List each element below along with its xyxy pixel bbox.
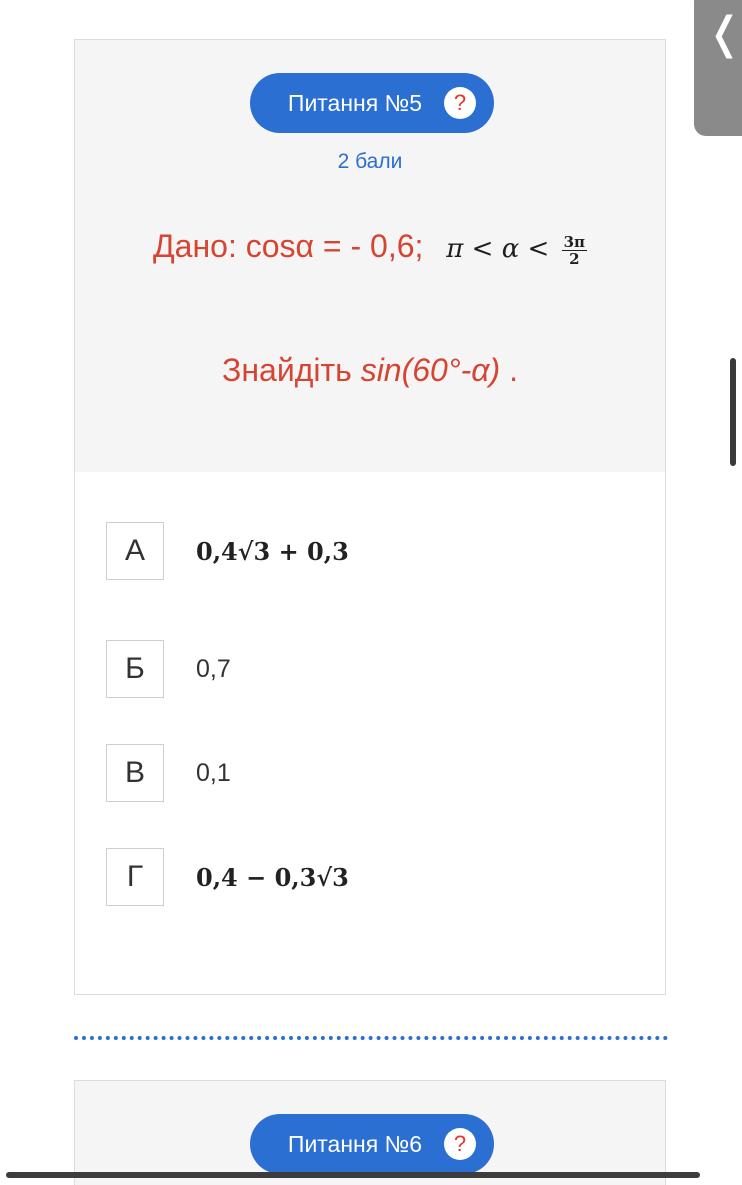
chevron-left-icon: ❬ <box>706 8 742 59</box>
help-icon[interactable]: ? <box>444 87 476 119</box>
given-label: Дано: cosα = - 0,6; <box>153 228 424 264</box>
option-letter-box[interactable]: Б <box>106 640 164 698</box>
given-condition: π < α < 3π 2 <box>446 232 587 268</box>
find-expression: sin(60°-α) <box>360 352 501 388</box>
given-inequality: π < α < <box>446 234 550 264</box>
question-separator <box>74 1036 668 1040</box>
question-given: Дано: cosα = - 0,6; π < α < 3π 2 <box>75 228 665 267</box>
answer-option-v[interactable]: В 0,1 <box>106 744 626 802</box>
question-number-badge: Питання №5 ? <box>250 73 494 133</box>
help-icon[interactable]: ? <box>444 1128 476 1160</box>
home-indicator <box>6 1172 700 1178</box>
quiz-page: Питання №5 ? 2 бали Дано: cosα = - 0,6; … <box>0 0 742 1185</box>
given-fraction: 3π 2 <box>561 232 587 268</box>
find-label: Знайдіть <box>222 352 352 388</box>
next-question-card: Питання №6 ? <box>74 1080 666 1185</box>
option-letter-box[interactable]: В <box>106 744 164 802</box>
question-points: 2 бали <box>337 150 403 173</box>
question-number-label: Питання №5 <box>287 89 423 116</box>
question-task: Знайдіть sin(60°-α) . <box>75 352 665 389</box>
find-end: . <box>500 352 518 388</box>
question-number-label: Питання №6 <box>287 1130 423 1157</box>
question-header: Питання №5 ? 2 бали Дано: cosα = - 0,6; … <box>75 40 665 472</box>
option-text[interactable]: 0,1 <box>196 744 231 802</box>
option-letter-box[interactable]: А <box>106 522 164 580</box>
answer-option-b[interactable]: Б 0,7 <box>106 640 626 698</box>
answer-option-g[interactable]: Г 0,4 − 0,3√3 <box>106 848 626 906</box>
option-text[interactable]: 0,4√3 + 0,3 <box>196 522 349 580</box>
answer-option-a[interactable]: А 0,4√3 + 0,3 <box>106 522 626 580</box>
option-text[interactable]: 0,7 <box>196 640 231 698</box>
scrollbar-thumb[interactable] <box>730 358 736 466</box>
option-letter-box[interactable]: Г <box>106 848 164 906</box>
fraction-numerator: 3π <box>561 232 587 251</box>
question-number-badge: Питання №6 ? <box>250 1114 494 1174</box>
question-card: Питання №5 ? 2 бали Дано: cosα = - 0,6; … <box>74 39 666 995</box>
fraction-denominator: 2 <box>569 249 580 268</box>
side-panel-toggle[interactable]: ❬ <box>694 0 742 136</box>
option-text[interactable]: 0,4 − 0,3√3 <box>196 848 349 906</box>
